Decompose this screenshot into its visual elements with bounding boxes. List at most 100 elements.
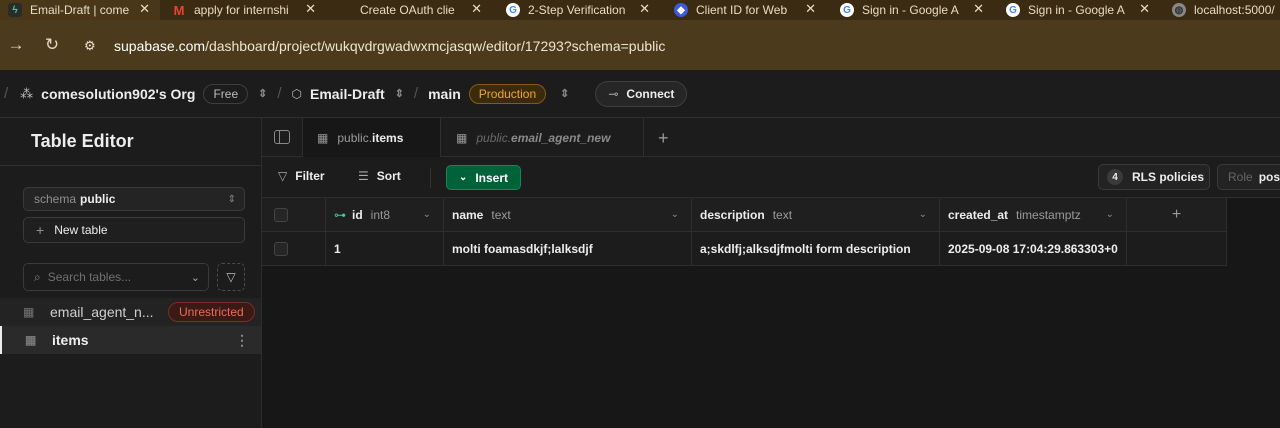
tab-public-items[interactable]: ▦ public. items <box>302 118 441 158</box>
plug-icon: ⊸ <box>608 86 619 101</box>
role-value: post <box>1258 170 1280 184</box>
cell-id[interactable]: 1 <box>326 232 444 265</box>
cell-name[interactable]: molti foamasdkjf;lalksdjf <box>444 232 692 265</box>
project-breadcrumb[interactable]: Email-Draft ⇕ <box>310 86 404 102</box>
branch-name: main <box>428 85 461 102</box>
browser-tab-email-draft[interactable]: ϟ Email-Draft | come ✕ <box>0 0 160 20</box>
browser-tab-title: apply for internshi <box>194 3 289 17</box>
table-name: email_agent_n... <box>50 304 154 320</box>
cell-created-at[interactable]: 2025-09-08 17:04:29.863303+0 <box>940 232 1127 265</box>
role-prefix: Role <box>1228 170 1253 184</box>
toggle-sidebar-icon[interactable] <box>274 130 290 144</box>
search-placeholder: Search tables... <box>47 270 132 284</box>
search-tables-input[interactable]: ⌕ Search tables... ⌄ <box>23 263 209 291</box>
sort-button[interactable]: ☰ Sort <box>358 169 401 183</box>
role-selector[interactable]: Role post <box>1217 164 1280 190</box>
new-table-label: New table <box>54 223 108 237</box>
chevron-down-icon[interactable]: ⌄ <box>671 209 679 220</box>
project-name: Email-Draft <box>310 85 385 102</box>
new-table-button[interactable]: + New table <box>23 217 245 243</box>
breadcrumb-separator: / <box>413 85 419 102</box>
table-icon: ▦ <box>25 333 37 347</box>
table-icon: ▦ <box>456 130 468 145</box>
cell-description[interactable]: a;skdlfj;alksdjfmolti form description <box>692 232 940 265</box>
browser-tab-signin-2[interactable]: G Sign in - Google A ✕ <box>1006 0 1156 20</box>
branch-breadcrumb[interactable]: main Production ⇕ <box>428 83 569 104</box>
forward-icon[interactable]: → <box>2 35 30 55</box>
filter-tables-button[interactable]: ▽ <box>217 263 245 291</box>
cell-empty <box>1127 232 1227 265</box>
browser-tab-clientid[interactable]: ◆ Client ID for Web ✕ <box>674 0 822 20</box>
column-header-id[interactable]: ⊶ id int8 ⌄ <box>326 198 444 231</box>
close-icon[interactable]: ✕ <box>1139 1 1150 17</box>
column-name: created_at <box>948 207 1009 222</box>
plan-badge: Free <box>203 83 249 104</box>
url-field[interactable]: ⚙ supabase.com/dashboard/project/wukqvdr… <box>78 30 1280 62</box>
browser-tab-title: Email-Draft | come <box>30 3 130 17</box>
browser-tab-title: Sign in - Google A <box>862 3 959 17</box>
table-row[interactable]: 1 molti foamasdkjf;lalksdjf a;skdlfj;alk… <box>262 232 1227 266</box>
browser-tab-apply[interactable]: M apply for internshi ✕ <box>172 0 322 20</box>
more-vertical-icon[interactable]: ⋮ <box>235 332 249 349</box>
table-name: items <box>52 332 89 348</box>
rls-label: RLS policies <box>1132 170 1205 184</box>
rls-count-badge: 4 <box>1107 169 1123 185</box>
sidebar-item-items[interactable]: ▦ items ⋮ <box>0 326 261 354</box>
blank-icon <box>338 3 352 17</box>
org-name: comesolution902's Org <box>41 85 196 102</box>
google-icon: G <box>506 3 520 17</box>
chevron-down-icon: ⌄ <box>458 172 468 183</box>
column-header-created-at[interactable]: created_at timestamptz ⌄ <box>940 198 1127 231</box>
row-checkbox[interactable] <box>274 241 288 256</box>
sidebar-item-email-agent-new[interactable]: ▦ email_agent_n... Unrestricted <box>0 298 261 326</box>
browser-tab-localhost[interactable]: ◍ localhost:5000/ <box>1172 0 1280 20</box>
browser-tab-2step[interactable]: G 2-Step Verification ✕ <box>506 0 656 20</box>
chevrons-down-icon[interactable]: ⌄ <box>191 271 200 284</box>
filter-button[interactable]: ▽ Filter <box>278 169 325 183</box>
column-type: timestamptz <box>1016 207 1081 222</box>
insert-button[interactable]: ⌄ Insert <box>446 165 521 190</box>
column-header-name[interactable]: name text ⌄ <box>444 198 692 231</box>
grid-toolbar: ▽ Filter ☰ Sort ⌄ Insert 4 RLS policies … <box>262 157 1280 198</box>
tab-public-email-agent-new[interactable]: ▦ public. email_agent_new <box>442 118 644 157</box>
close-icon[interactable]: ✕ <box>973 1 984 17</box>
insert-label: Insert <box>475 170 509 185</box>
url-text[interactable]: supabase.com/dashboard/project/wukqvdrgw… <box>114 38 665 54</box>
reload-icon[interactable]: ↻ <box>38 35 66 55</box>
tab-table: email_agent_new <box>511 130 611 145</box>
connect-button[interactable]: ⊸ Connect <box>595 80 688 107</box>
plus-icon: + <box>36 222 45 238</box>
filter-icon: ▽ <box>278 169 288 183</box>
row-select-cell <box>262 232 326 265</box>
chevron-down-icon[interactable]: ⌄ <box>919 209 927 220</box>
chevron-down-icon[interactable]: ⌄ <box>1106 209 1114 220</box>
close-icon[interactable]: ✕ <box>139 1 150 17</box>
sidebar-title: Table Editor <box>0 118 261 166</box>
select-all-checkbox[interactable] <box>274 207 288 222</box>
close-icon[interactable]: ✕ <box>805 1 816 17</box>
browser-tab-signin-1[interactable]: G Sign in - Google A ✕ <box>840 0 990 20</box>
chevron-updown-icon[interactable]: ⇕ <box>258 87 267 100</box>
project-icon: ⬡ <box>291 86 302 101</box>
schema-selector[interactable]: schema public ⇕ <box>23 187 245 211</box>
chevron-updown-icon: ⇕ <box>227 193 236 205</box>
gmail-icon: M <box>173 2 185 18</box>
column-header-description[interactable]: description text ⌄ <box>692 198 940 231</box>
chevron-updown-icon[interactable]: ⇕ <box>395 87 404 100</box>
supabase-icon: ϟ <box>8 3 22 17</box>
add-column-button[interactable]: + <box>1127 198 1227 231</box>
close-icon[interactable]: ✕ <box>305 1 316 17</box>
site-settings-icon[interactable]: ⚙ <box>84 38 102 54</box>
grid-header-row: ⊶ id int8 ⌄ name text ⌄ description text… <box>262 198 1227 232</box>
close-icon[interactable]: ✕ <box>471 1 482 17</box>
add-tab-icon[interactable]: + <box>658 128 669 149</box>
close-icon[interactable]: ✕ <box>639 1 650 17</box>
org-breadcrumb[interactable]: comesolution902's Org Free ⇕ <box>41 83 267 104</box>
chevron-down-icon[interactable]: ⌄ <box>423 209 431 220</box>
rls-policies-button[interactable]: 4 RLS policies <box>1098 164 1210 190</box>
chevron-updown-icon[interactable]: ⇕ <box>560 87 569 100</box>
url-host: supabase.com <box>114 38 206 54</box>
google-icon: G <box>1006 3 1020 17</box>
browser-tab-oauth[interactable]: Create OAuth clie ✕ <box>338 0 488 20</box>
browser-tab-title: localhost:5000/ <box>1194 3 1275 17</box>
